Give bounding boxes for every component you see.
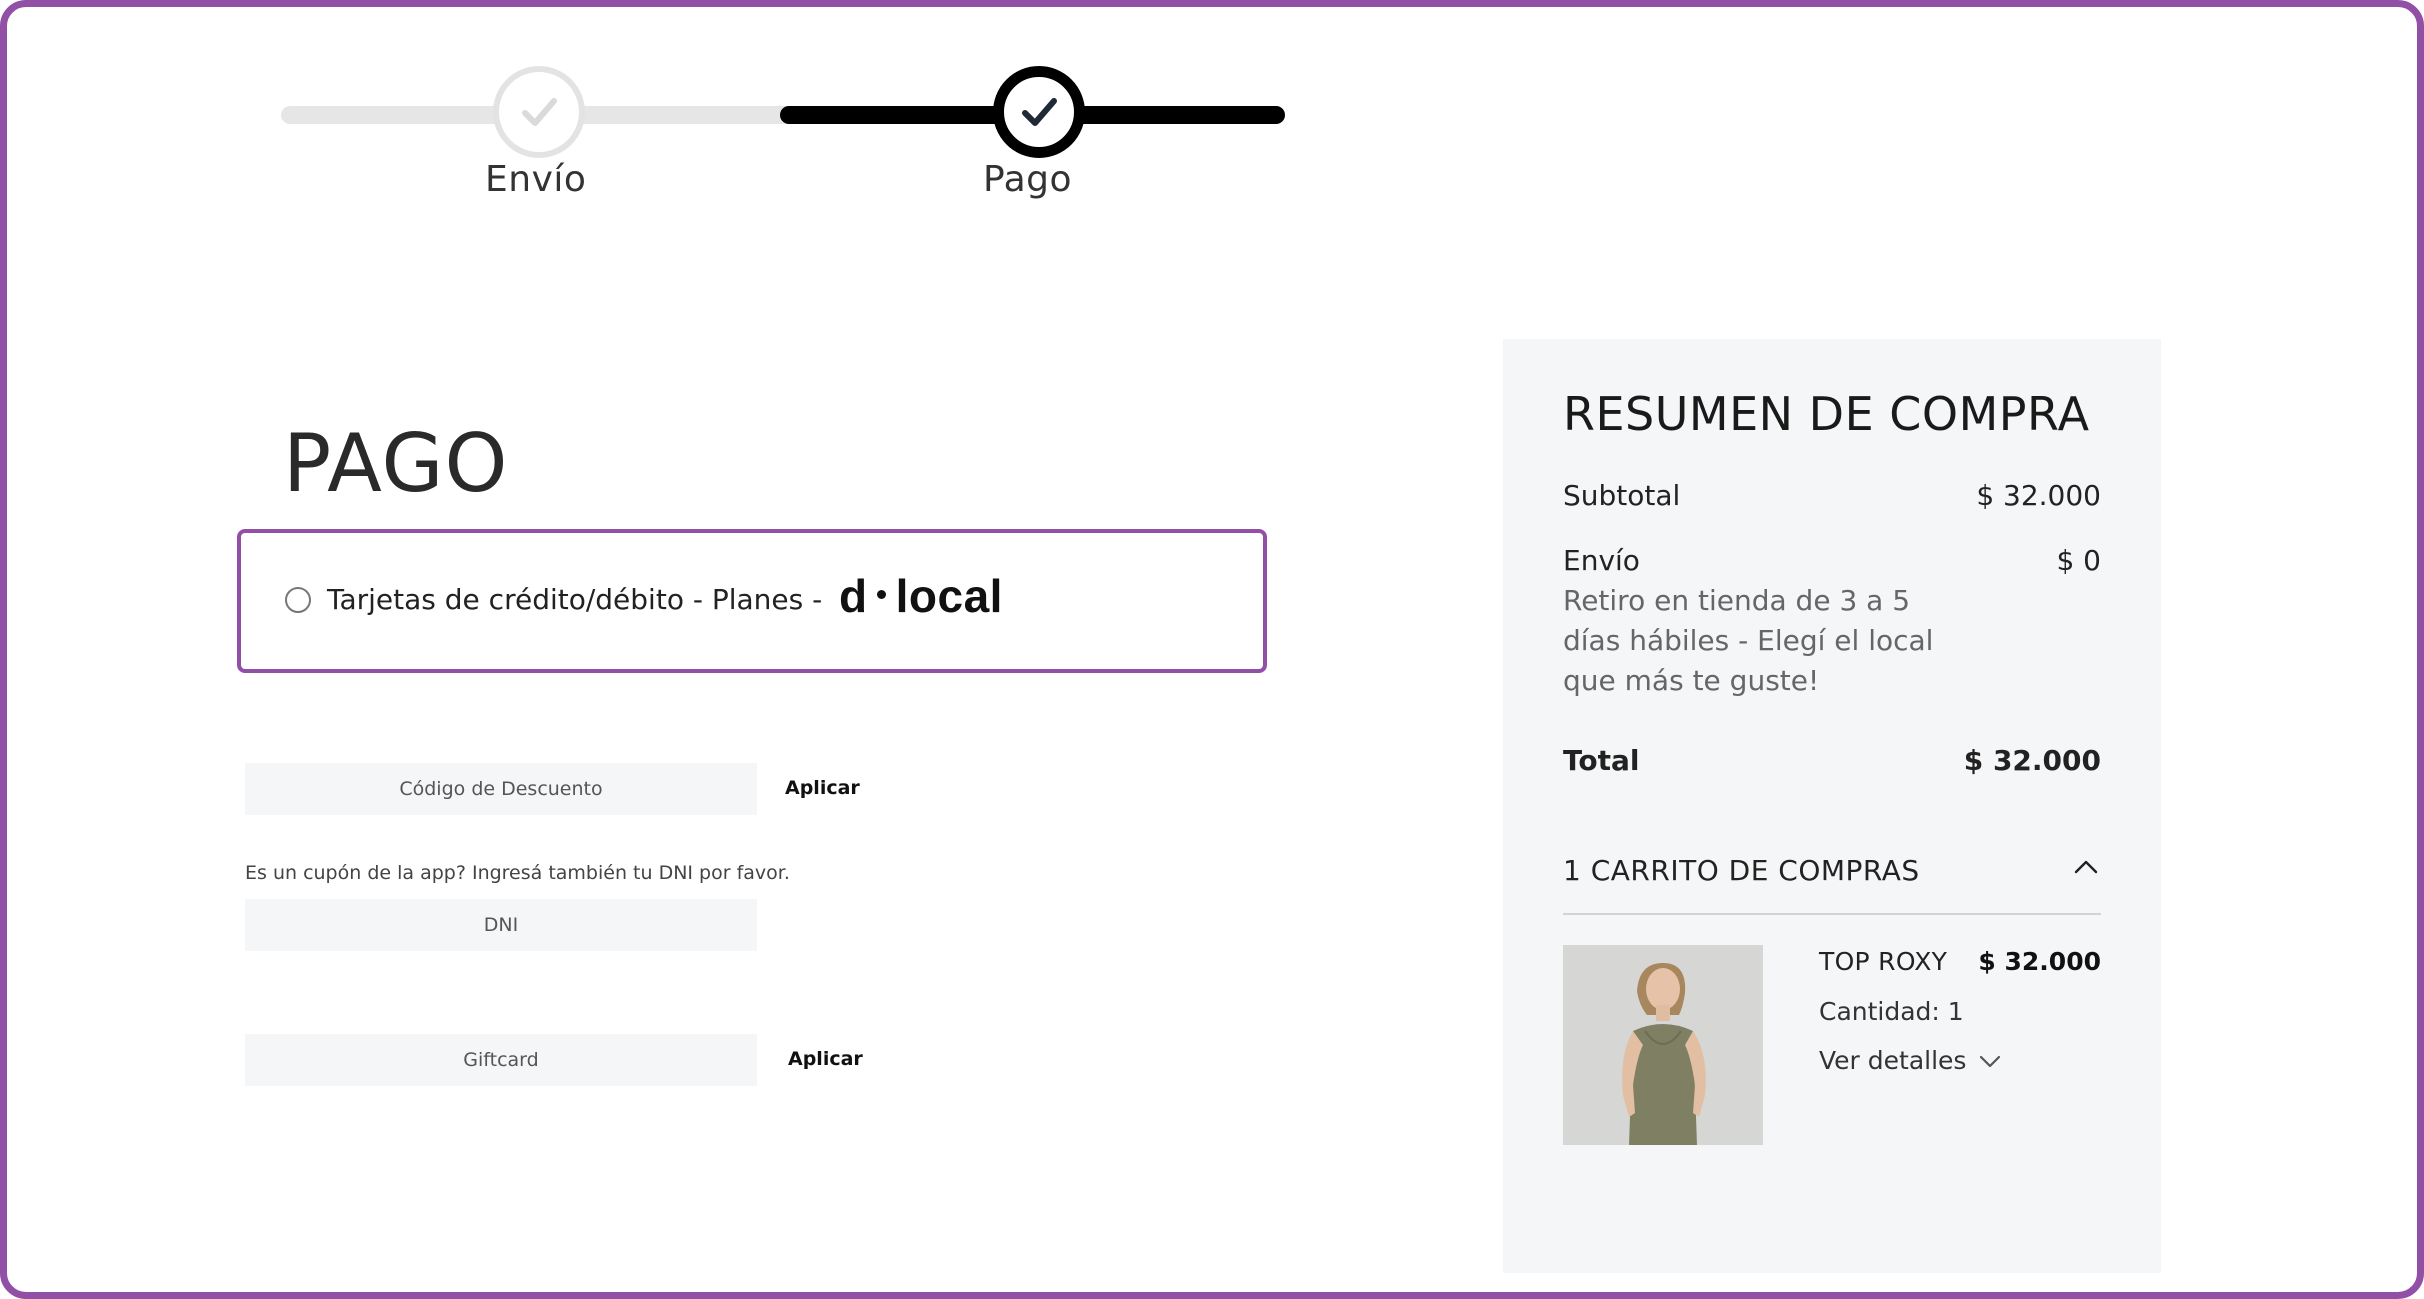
cart-heading[interactable]: 1 CARRITO DE COMPRAS: [1563, 854, 1920, 887]
subtotal-value: $ 32.000: [1976, 479, 2101, 512]
summary-title: RESUMEN DE COMPRA: [1563, 387, 2090, 441]
view-details-label: Ver detalles: [1819, 1046, 1967, 1075]
giftcard-input[interactable]: [245, 1034, 757, 1086]
shipping-label: Envío: [1563, 544, 1640, 577]
dni-input[interactable]: [245, 899, 757, 951]
radio-icon[interactable]: [285, 587, 311, 613]
shipping-note: Retiro en tienda de 3 a 5 días hábiles -…: [1563, 584, 1934, 697]
dlocal-logo: d local: [839, 570, 1003, 622]
payment-method-option[interactable]: Tarjetas de crédito/débito - Planes - d …: [237, 529, 1267, 673]
checkout-stepper: Envío Pago: [281, 64, 1285, 214]
check-icon: [522, 98, 557, 126]
check-icon: [1022, 98, 1057, 126]
apply-discount-button[interactable]: Aplicar: [785, 777, 860, 799]
step-shipping-indicator[interactable]: [493, 66, 585, 158]
coupon-note: Es un cupón de la app? Ingresá también t…: [245, 862, 790, 884]
payment-method-label: Tarjetas de crédito/débito - Planes -: [327, 583, 823, 616]
cart-divider: [1563, 913, 2101, 915]
total-value: $ 32.000: [1963, 744, 2101, 777]
discount-code-input[interactable]: [245, 763, 757, 815]
product-quantity: Cantidad: 1: [1819, 997, 1964, 1026]
apply-giftcard-button[interactable]: Aplicar: [788, 1048, 863, 1070]
chevron-up-icon[interactable]: [2073, 854, 2099, 880]
product-name: TOP ROXY: [1819, 947, 1948, 976]
page-title: PAGO: [283, 417, 509, 510]
product-price: $ 32.000: [1978, 947, 2101, 976]
dlocal-logo-right: local: [895, 570, 1003, 622]
checkout-page: Envío Pago PAGO Tarjetas de crédito/débi…: [0, 0, 2424, 1299]
dlocal-logo-dot: [876, 589, 886, 599]
step-shipping-label[interactable]: Envío: [485, 159, 586, 200]
order-summary: RESUMEN DE COMPRA Subtotal $ 32.000 Enví…: [1503, 339, 2161, 1273]
step-payment-indicator: [993, 66, 1085, 158]
step-payment-label: Pago: [983, 159, 1073, 200]
chevron-down-icon: [1980, 1055, 2001, 1067]
shipping-value: $ 0: [2056, 544, 2101, 577]
view-details-link[interactable]: Ver detalles: [1819, 1046, 2002, 1075]
dlocal-logo-left: d: [839, 570, 868, 622]
product-photo-illustration: [1563, 945, 1763, 1145]
total-label: Total: [1563, 744, 1640, 777]
subtotal-label: Subtotal: [1563, 479, 1681, 512]
product-image: [1563, 945, 1763, 1145]
